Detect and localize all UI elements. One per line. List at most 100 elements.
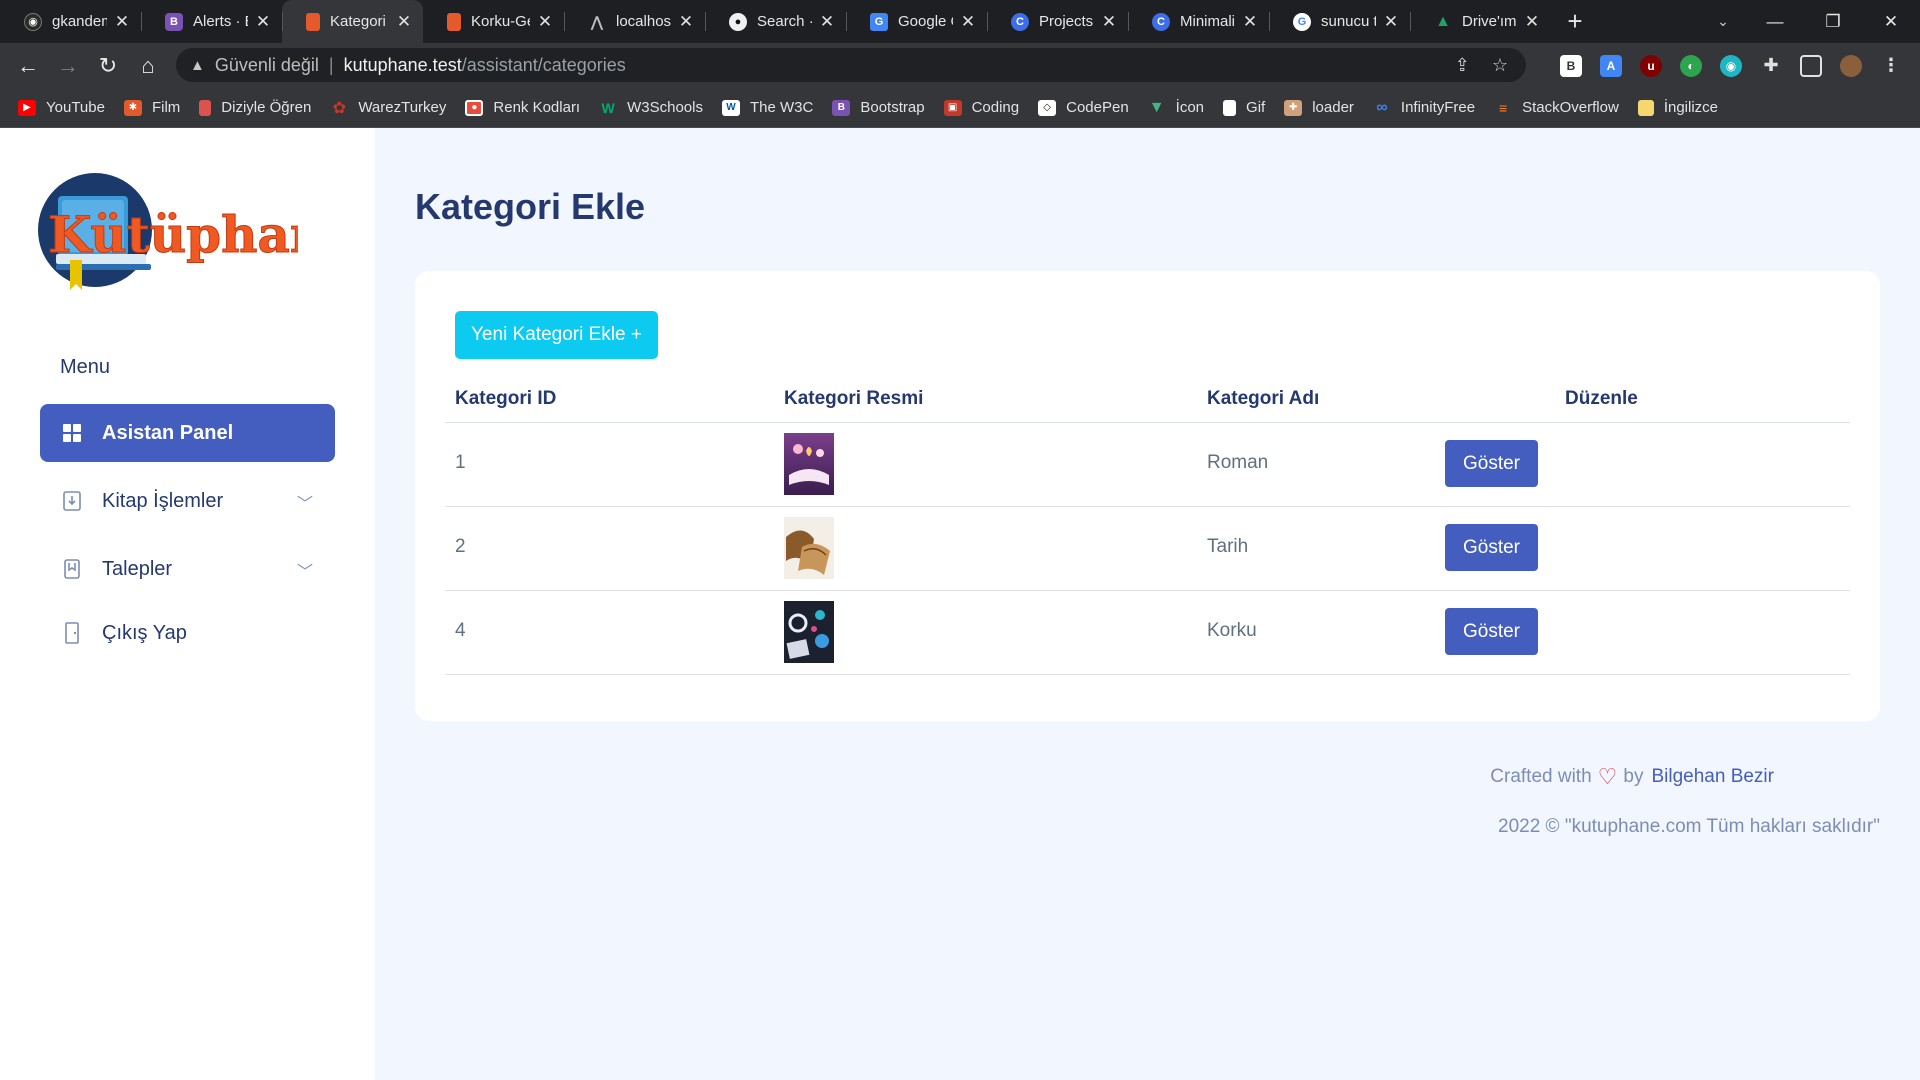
cup-icon: [199, 99, 212, 116]
bookmark-item[interactable]: ● Renk Kodları: [465, 99, 580, 116]
bookmark-star-icon[interactable]: ☆: [1492, 55, 1508, 76]
loader-icon: ✚: [1284, 99, 1303, 116]
bookmark-item[interactable]: ✿ WarezTurkey: [330, 99, 447, 117]
home-icon[interactable]: ⌂: [128, 46, 168, 86]
category-image: [784, 517, 834, 579]
security-label[interactable]: Güvenli değil: [215, 55, 319, 76]
close-tab-icon[interactable]: ✕: [113, 12, 131, 32]
bookmark-item[interactable]: ◇ CodePen: [1038, 99, 1129, 116]
author-link[interactable]: Bilgehan Bezir: [1651, 766, 1774, 788]
close-tab-icon[interactable]: ✕: [818, 12, 836, 32]
close-tab-icon[interactable]: ✕: [1382, 12, 1400, 32]
browser-tab[interactable]: B Alerts · Bo ✕: [141, 0, 282, 43]
column-header-image: Kategori Resmi: [784, 388, 924, 409]
bookmark-item[interactable]: W The W3C: [721, 99, 813, 116]
close-tab-icon[interactable]: ✕: [254, 12, 272, 32]
side-panel-icon[interactable]: [1800, 54, 1822, 77]
chevron-down-icon: ﹀: [296, 496, 313, 513]
extension-teal-icon[interactable]: ◉: [1720, 54, 1742, 77]
tab-search-icon[interactable]: ⌄: [1708, 0, 1738, 43]
show-button[interactable]: Göster: [1445, 440, 1538, 487]
extension-green-icon[interactable]: ◐: [1680, 54, 1702, 77]
bookmark-item[interactable]: W W3Schools: [599, 99, 703, 116]
translate-icon: G: [870, 12, 888, 31]
bookmark-item[interactable]: İngilizce: [1637, 99, 1718, 116]
footer-by-text: by: [1623, 766, 1644, 787]
extensions-puzzle-icon[interactable]: ✚: [1760, 55, 1782, 77]
browser-tab[interactable]: G sunucu ta ✕: [1269, 0, 1410, 43]
browser-tab[interactable]: C Minimalis ✕: [1128, 0, 1269, 43]
bookmark-label: Renk Kodları: [493, 99, 581, 116]
browser-tab[interactable]: G Google Ç ✕: [846, 0, 987, 43]
browser-tab[interactable]: ● Search · f ✕: [705, 0, 846, 43]
browser-tab[interactable]: ⋀ localhost ✕: [564, 0, 705, 43]
book-icon: [447, 12, 461, 31]
close-tab-icon[interactable]: ✕: [536, 12, 554, 32]
close-tab-icon[interactable]: ✕: [1100, 12, 1118, 32]
youtube-icon: ▶: [18, 99, 36, 116]
color-icon: ●: [465, 99, 484, 116]
browser-tab[interactable]: C Projects · ✕: [987, 0, 1128, 43]
github-icon: ●: [729, 12, 747, 31]
bookmark-item[interactable]: ≡ StackOverflow: [1494, 99, 1619, 116]
more-menu-icon[interactable]: ⋮: [1880, 55, 1902, 77]
chevron-down-icon: ﹀: [296, 564, 313, 581]
reload-icon[interactable]: ↻: [88, 46, 128, 86]
bookmark-item[interactable]: ▼ İcon: [1148, 98, 1204, 117]
category-name: Korku: [1207, 620, 1257, 641]
share-icon[interactable]: ⇪: [1455, 55, 1470, 76]
bookmark-label: W3Schools: [627, 99, 703, 116]
site-logo[interactable]: Kütüphane: [38, 168, 359, 298]
sidebar-item-asistan-panel[interactable]: Asistan Panel: [40, 404, 335, 462]
bookmark-label: Bootstrap: [860, 99, 925, 116]
add-category-button[interactable]: Yeni Kategori Ekle +: [455, 311, 658, 359]
extension-b-icon[interactable]: B: [1560, 54, 1582, 77]
bookmark-item[interactable]: ▣ Coding: [943, 99, 1019, 116]
new-tab-button[interactable]: +: [1555, 0, 1595, 43]
show-button[interactable]: Göster: [1445, 524, 1538, 571]
address-bar[interactable]: ▲ Güvenli değil | kutuphane.test /assist…: [176, 48, 1526, 82]
browser-tab[interactable]: Korku-Ge ✕: [423, 0, 564, 43]
bookmark-label: YouTube: [46, 99, 105, 116]
bookmark-label: Film: [151, 99, 181, 116]
tab-title: gkandem: [52, 13, 107, 30]
browser-tab[interactable]: ◉ gkandem ✕: [0, 0, 141, 43]
bookmark-item[interactable]: ✱ Film: [123, 99, 181, 116]
bookmark-item[interactable]: B Bootstrap: [832, 99, 925, 116]
close-tab-icon[interactable]: ✕: [959, 12, 977, 32]
category-image: [784, 601, 834, 663]
close-tab-icon[interactable]: ✕: [1241, 12, 1259, 32]
close-window-icon[interactable]: ✕: [1862, 12, 1920, 32]
extensions-bar: B A u ◐ ◉ ✚ ⋮: [1560, 43, 1902, 88]
forward-icon[interactable]: →: [48, 46, 88, 86]
sidebar-item-label: Kitap İşlemler: [102, 489, 224, 512]
vue-icon: ▼: [1148, 98, 1165, 116]
warning-icon: ▲: [190, 56, 205, 74]
minimize-icon[interactable]: —: [1746, 12, 1804, 32]
gear-icon: ✿: [332, 99, 347, 117]
sidebar-item-kitap-islemler[interactable]: Kitap İşlemler ﹀: [40, 472, 335, 530]
bookmark-item[interactable]: ✚ loader: [1284, 99, 1354, 116]
bookmark-label: Diziyle Öğren: [221, 99, 312, 116]
browser-tab-active[interactable]: Kategori E ✕: [282, 0, 423, 43]
sidebar-item-cikis-yap[interactable]: Çıkış Yap: [40, 604, 335, 662]
restore-icon[interactable]: ❐: [1804, 12, 1862, 32]
show-button[interactable]: Göster: [1445, 608, 1538, 655]
bookmark-item[interactable]: Diziyle Öğren: [199, 99, 311, 116]
bookmark-item[interactable]: ▶ YouTube: [18, 99, 105, 116]
sidebar-item-label: Talepler: [102, 557, 173, 580]
bookmark-item[interactable]: ∞ InfinityFree: [1373, 99, 1475, 117]
ublock-icon[interactable]: u: [1640, 54, 1662, 77]
download-icon: [62, 491, 82, 511]
translate-extension-icon[interactable]: A: [1600, 54, 1622, 77]
profile-avatar-icon[interactable]: [1840, 54, 1862, 77]
bookmark-item[interactable]: Gif: [1223, 99, 1265, 116]
bookmarks-bar: ▶ YouTube ✱ Film Diziyle Öğren ✿ WarezTurke…: [0, 88, 1920, 128]
close-tab-icon[interactable]: ✕: [395, 12, 413, 32]
close-tab-icon[interactable]: ✕: [677, 12, 695, 32]
sidebar-item-talepler[interactable]: Talepler ﹀: [40, 540, 335, 598]
browser-tab[interactable]: ▲ Drive'ım ✕: [1410, 0, 1551, 43]
c-icon: C: [1011, 12, 1029, 31]
close-tab-icon[interactable]: ✕: [1523, 12, 1541, 32]
back-icon[interactable]: ←: [8, 46, 48, 86]
